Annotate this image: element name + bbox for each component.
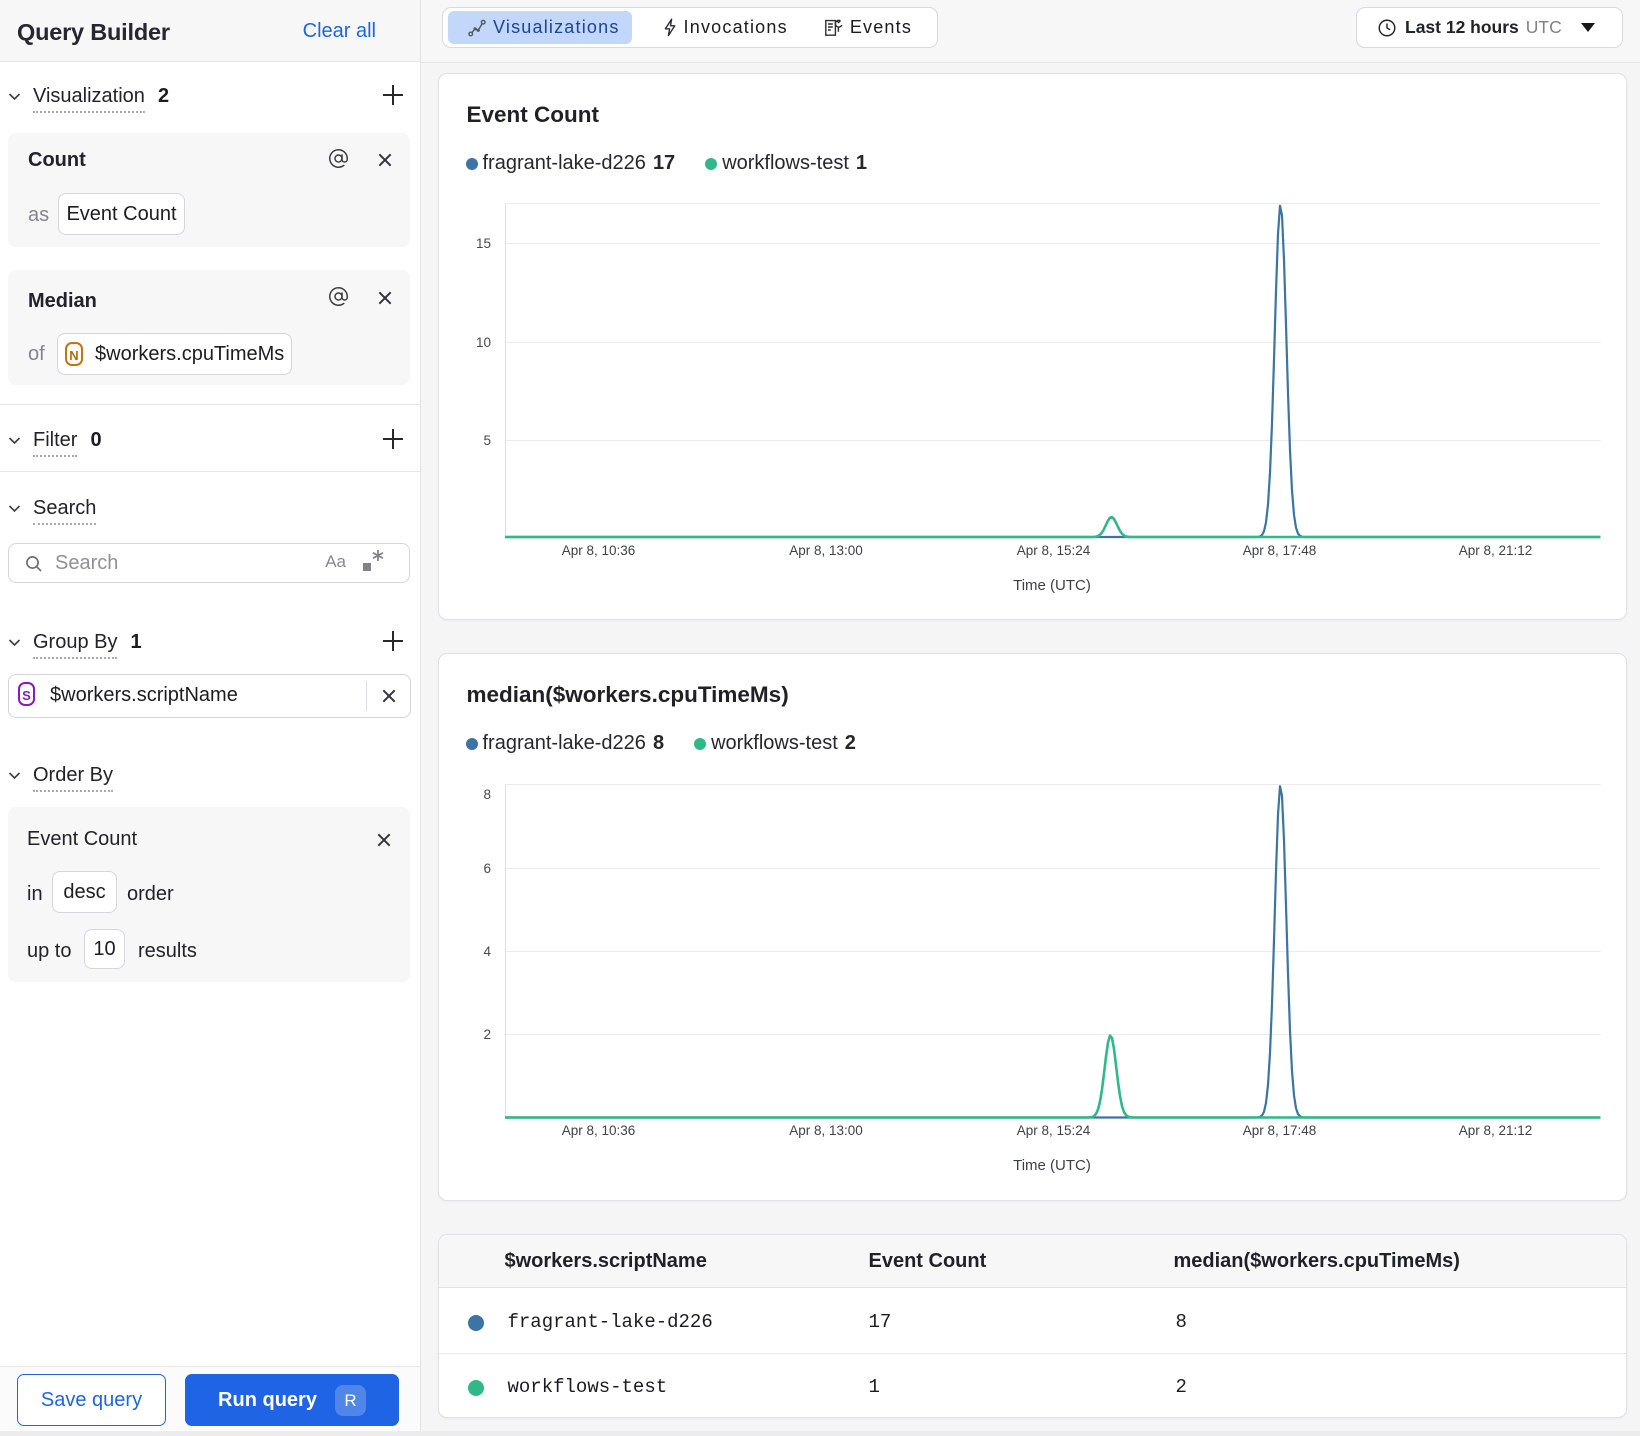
svg-text:8: 8 <box>483 787 491 802</box>
svg-text:15: 15 <box>475 236 490 251</box>
svg-text:Apr 8, 13:00: Apr 8, 13:00 <box>789 1123 863 1138</box>
svg-text:Apr 8, 17:48: Apr 8, 17:48 <box>1242 543 1316 558</box>
svg-text:6: 6 <box>483 861 491 876</box>
svg-text:2: 2 <box>483 1027 491 1042</box>
svg-text:Apr 8, 17:48: Apr 8, 17:48 <box>1242 1123 1316 1138</box>
svg-text:Apr 8, 21:12: Apr 8, 21:12 <box>1458 543 1532 558</box>
svg-text:Apr 8, 13:00: Apr 8, 13:00 <box>789 543 863 558</box>
svg-text:Apr 8, 15:24: Apr 8, 15:24 <box>1016 543 1090 558</box>
svg-text:Time (UTC): Time (UTC) <box>1013 577 1091 594</box>
svg-text:4: 4 <box>483 944 491 959</box>
svg-text:Time (UTC): Time (UTC) <box>1013 1157 1091 1174</box>
svg-text:10: 10 <box>475 335 490 350</box>
svg-text:5: 5 <box>483 433 491 448</box>
svg-text:Apr 8, 10:36: Apr 8, 10:36 <box>561 1123 635 1138</box>
svg-text:Apr 8, 21:12: Apr 8, 21:12 <box>1458 1123 1532 1138</box>
svg-text:Apr 8, 15:24: Apr 8, 15:24 <box>1016 1123 1090 1138</box>
svg-text:Apr 8, 10:36: Apr 8, 10:36 <box>561 543 635 558</box>
